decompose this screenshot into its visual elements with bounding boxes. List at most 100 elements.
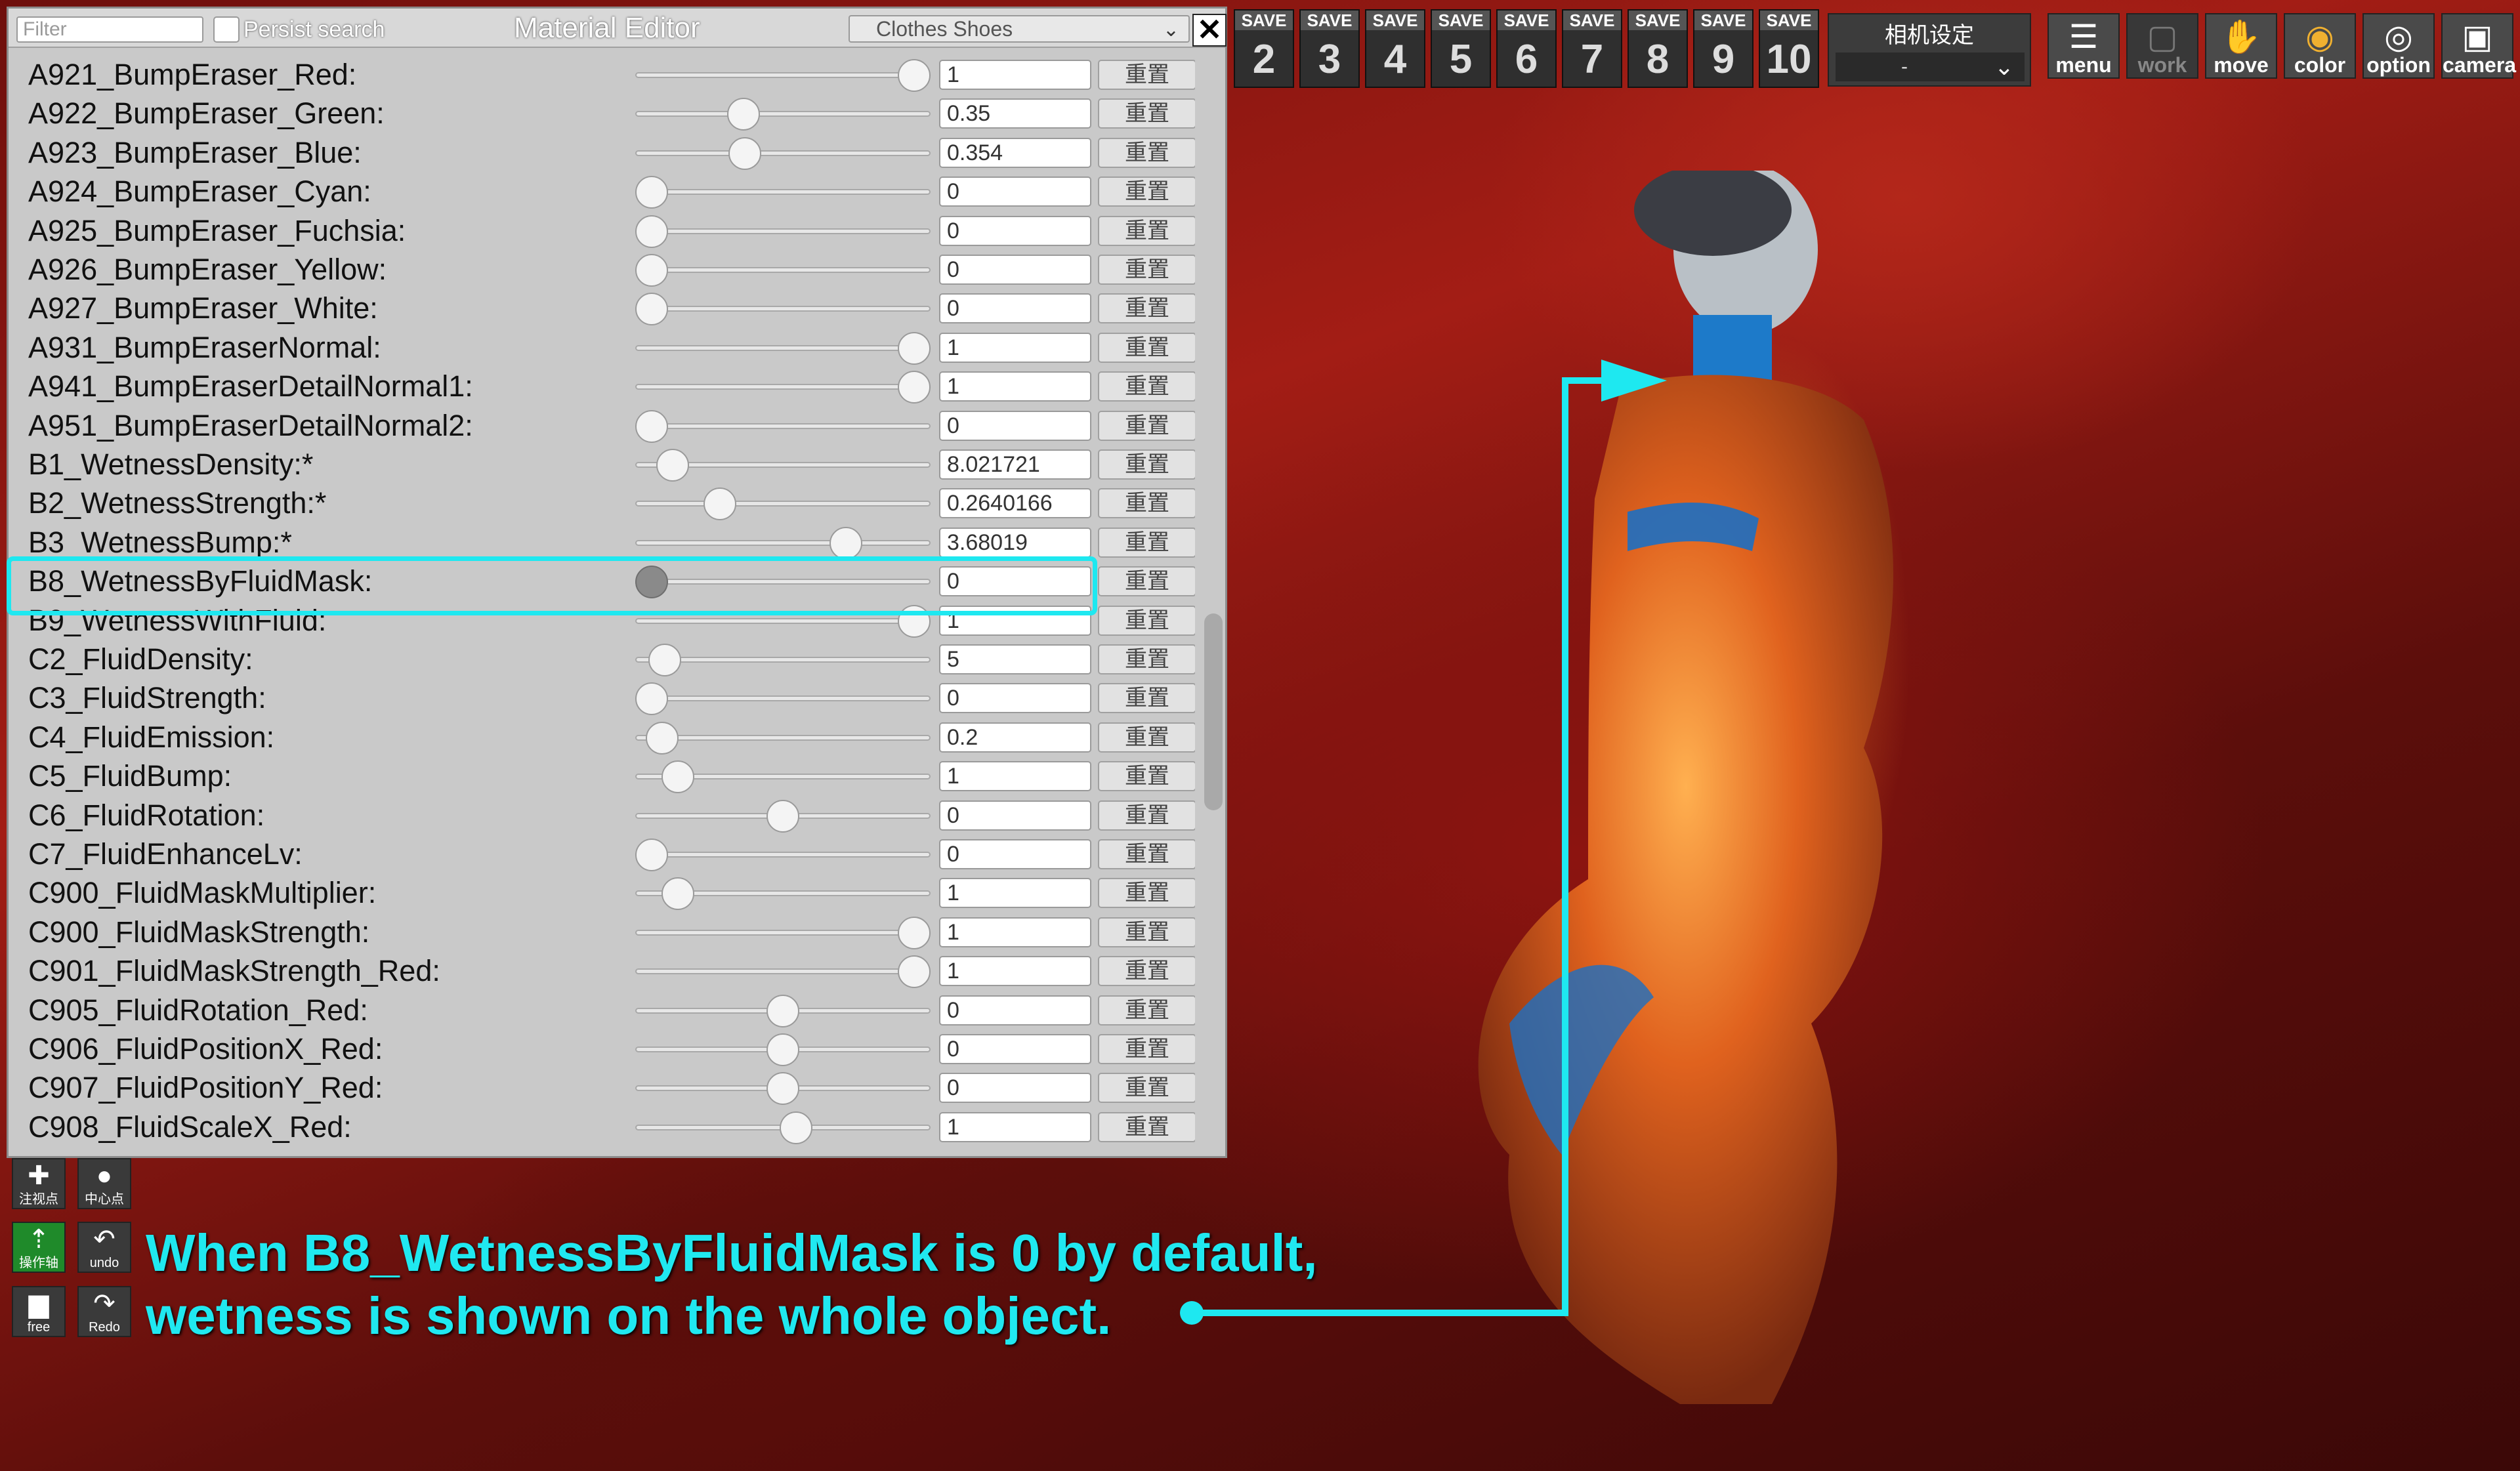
property-slider-track[interactable] [635,695,931,702]
property-slider-handle[interactable] [898,59,931,92]
property-slider-handle[interactable] [898,916,931,949]
property-slider-handle[interactable] [646,721,679,755]
property-value-field[interactable]: 1 [939,917,1091,947]
reset-button[interactable]: 重置 [1098,566,1195,597]
camera-settings[interactable]: 相机设定 - ⌄ [1828,13,2031,87]
property-slider-track[interactable] [635,111,931,117]
save-slot-button[interactable]: SAVE 10 [1759,9,1819,88]
property-slider-track[interactable] [635,501,931,507]
reset-button[interactable]: 重置 [1098,98,1195,129]
property-slider-handle[interactable] [766,1072,799,1106]
property-value-field[interactable]: 8.021721 [939,449,1091,480]
reset-button[interactable]: 重置 [1098,800,1195,831]
property-slider-handle[interactable] [830,526,862,560]
reset-button[interactable]: 重置 [1098,410,1195,441]
reset-button[interactable]: 重置 [1098,644,1195,674]
reset-button[interactable]: 重置 [1098,1111,1195,1142]
reset-button[interactable]: 重置 [1098,956,1195,987]
property-slider-track[interactable] [635,228,931,234]
property-value-field[interactable]: 1 [939,956,1091,987]
reset-button[interactable]: 重置 [1098,293,1195,324]
property-slider-handle[interactable] [766,799,799,833]
property-slider-handle[interactable] [898,371,931,404]
property-slider-handle[interactable] [728,136,761,170]
reset-button[interactable]: 重置 [1098,449,1195,480]
reset-button[interactable]: 重置 [1098,878,1195,909]
save-slot-button[interactable]: SAVE 9 [1693,9,1754,88]
property-slider-handle[interactable] [766,1033,799,1066]
reset-button[interactable]: 重置 [1098,255,1195,285]
property-slider-handle[interactable] [635,215,668,248]
property-slider-track[interactable] [635,539,931,546]
property-slider-handle[interactable] [780,1111,812,1144]
property-value-field[interactable]: 0 [939,293,1091,324]
property-slider-handle[interactable] [704,487,736,521]
persist-search-checkbox[interactable] [213,16,240,43]
reset-button[interactable]: 重置 [1098,722,1195,753]
reset-button[interactable]: 重置 [1098,60,1195,90]
property-slider-track[interactable] [635,189,931,196]
property-slider-track[interactable] [635,617,931,624]
property-slider-track[interactable] [635,734,931,741]
property-value-field[interactable]: 1 [939,761,1091,792]
property-value-field[interactable]: 0 [939,800,1091,831]
save-slot-button[interactable]: SAVE 3 [1299,9,1360,88]
filter-input[interactable]: Filter [16,16,203,43]
focus-point-button[interactable]: ✚ 注视点 [12,1158,66,1209]
property-value-field[interactable]: 0 [939,176,1091,207]
property-slider-handle[interactable] [635,254,668,287]
save-slot-button[interactable]: SAVE 2 [1234,9,1294,88]
property-slider-handle[interactable] [662,760,694,794]
scrollbar[interactable] [1204,613,1223,810]
property-slider-handle[interactable] [656,449,689,482]
reset-button[interactable]: 重置 [1098,176,1195,207]
reset-button[interactable]: 重置 [1098,683,1195,714]
property-slider-track[interactable] [635,852,931,858]
property-slider-handle[interactable] [635,839,668,871]
property-value-field[interactable]: 0.2640166 [939,488,1091,519]
redo-button[interactable]: ↷ Redo [77,1286,131,1337]
center-point-button[interactable]: ● 中心点 [77,1158,131,1209]
property-slider-track[interactable] [635,72,931,78]
property-value-field[interactable]: 5 [939,644,1091,674]
reset-button[interactable]: 重置 [1098,605,1195,636]
menu-button[interactable]: ☰ menu [2048,13,2120,79]
property-slider-track[interactable] [635,384,931,390]
property-slider-handle[interactable] [727,98,760,131]
work-button[interactable]: ▢ work [2126,13,2198,79]
reset-button[interactable]: 重置 [1098,839,1195,869]
property-slider-handle[interactable] [662,877,694,911]
property-value-field[interactable]: 0 [939,215,1091,246]
property-slider-handle[interactable] [898,955,931,989]
property-value-field[interactable]: 1 [939,332,1091,363]
reset-button[interactable]: 重置 [1098,527,1195,558]
reset-button[interactable]: 重置 [1098,215,1195,246]
property-value-field[interactable]: 1 [939,878,1091,909]
operate-axis-button[interactable]: ⇡ 操作轴 [12,1222,66,1273]
color-button[interactable]: ◉ color [2284,13,2356,79]
property-slider-track[interactable] [635,306,931,312]
property-value-field[interactable]: 1 [939,371,1091,402]
property-value-field[interactable]: 0 [939,683,1091,714]
property-slider-track[interactable] [635,968,931,975]
property-value-field[interactable]: 1 [939,60,1091,90]
save-slot-button[interactable]: SAVE 7 [1562,9,1622,88]
save-slot-button[interactable]: SAVE 8 [1628,9,1688,88]
property-slider-handle[interactable] [648,644,681,676]
save-slot-button[interactable]: SAVE 6 [1496,9,1557,88]
property-value-field[interactable]: 1 [939,1111,1091,1142]
property-value-field[interactable]: 0 [939,995,1091,1026]
move-button[interactable]: ✋ move [2205,13,2277,79]
property-slider-handle[interactable] [898,331,931,365]
property-slider-track[interactable] [635,150,931,156]
property-slider-track[interactable] [635,267,931,273]
property-value-field[interactable]: 0 [939,255,1091,285]
save-slot-button[interactable]: SAVE 4 [1365,9,1425,88]
property-slider-handle[interactable] [635,682,668,716]
reset-button[interactable]: 重置 [1098,761,1195,792]
property-value-field[interactable]: 0 [939,839,1091,869]
close-button[interactable]: ✕ [1192,14,1227,47]
property-slider-track[interactable] [635,929,931,936]
reset-button[interactable]: 重置 [1098,1034,1195,1064]
free-camera-button[interactable]: ▆ free [12,1286,66,1337]
